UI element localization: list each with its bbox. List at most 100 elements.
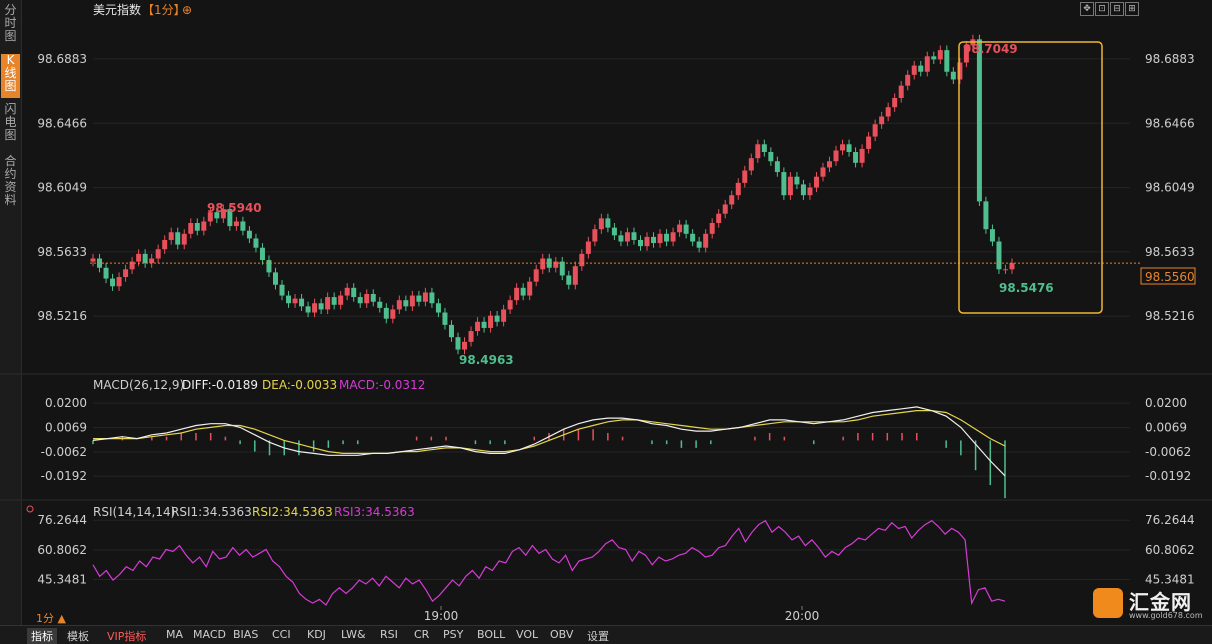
tab-obv[interactable]: OBV <box>550 628 573 641</box>
candle-body <box>853 152 859 163</box>
candle-body <box>155 249 161 259</box>
candle <box>325 292 331 315</box>
candle <box>312 298 318 318</box>
candle <box>527 277 533 301</box>
candle-body <box>266 260 272 273</box>
candle-body <box>944 50 950 72</box>
candle-body <box>794 176 800 185</box>
candle <box>246 226 252 244</box>
crosshair-icon[interactable]: ✥ <box>1080 2 1094 16</box>
candle <box>690 229 696 247</box>
candle <box>123 264 129 282</box>
candle-body <box>742 170 748 183</box>
candle <box>507 295 513 315</box>
candle <box>168 227 174 245</box>
rsi-tick-label-left: 45.3481 <box>37 572 87 586</box>
tab-vip[interactable]: VIP指标 <box>107 628 146 644</box>
candle-body <box>703 233 709 248</box>
candle-body <box>918 65 924 72</box>
candle <box>331 292 337 310</box>
candle-body <box>233 221 239 227</box>
candle-body <box>605 218 611 228</box>
logo-badge-icon <box>1093 588 1123 618</box>
candle <box>259 243 265 265</box>
tab-rsi[interactable]: RSI <box>380 628 398 641</box>
candle <box>696 236 702 253</box>
macd-tick-label-right: 0.0069 <box>1145 421 1187 435</box>
macd-tick-label-left: 0.0069 <box>45 421 87 435</box>
candle <box>866 131 872 154</box>
rsi2-value: RSI2:34.5363 <box>252 505 333 519</box>
candle-body <box>651 236 657 244</box>
candle-body <box>859 148 865 163</box>
candle <box>442 307 448 330</box>
candle <box>918 60 924 77</box>
candle <box>110 273 116 291</box>
y-tick-label-left: 98.6883 <box>37 52 87 66</box>
settings-dot-icon[interactable] <box>26 505 34 513</box>
y-tick-label-right: 98.5633 <box>1145 245 1195 259</box>
candle <box>175 227 181 250</box>
candle <box>383 303 389 324</box>
candle-body <box>494 315 500 322</box>
candle <box>677 219 683 237</box>
candle-body <box>683 224 689 234</box>
candle-body <box>370 294 376 302</box>
candle <box>448 320 454 342</box>
y-tick-label-left: 98.6466 <box>37 116 87 130</box>
maximize-icon[interactable]: ⊞ <box>1125 2 1139 16</box>
candle-body <box>579 253 585 267</box>
candle <box>827 156 833 173</box>
candle <box>292 294 298 308</box>
candle <box>488 310 494 333</box>
tab-boll[interactable]: BOLL <box>477 628 505 641</box>
rsi-tick-label-left: 60.8062 <box>37 543 87 557</box>
candle-body <box>253 238 259 248</box>
candle <box>377 297 383 313</box>
candle <box>735 178 741 200</box>
candle-body <box>879 116 885 125</box>
tab-bias[interactable]: BIAS <box>233 628 258 641</box>
candle <box>162 235 168 254</box>
tab-template[interactable]: 模板 <box>67 628 89 644</box>
tab-settings[interactable]: 设置 <box>587 628 609 644</box>
period-selector[interactable]: 1分 ▲ <box>36 610 66 626</box>
candle-body <box>390 309 396 319</box>
candle-body <box>514 287 520 301</box>
candle <box>266 255 272 278</box>
tab-vol[interactable]: VOL <box>516 628 538 641</box>
candle-body <box>142 253 148 264</box>
macd-tick-label-left: 0.0200 <box>45 396 87 410</box>
candle-body <box>181 233 187 245</box>
candle-body <box>827 161 833 168</box>
candle <box>494 310 500 327</box>
candle-body <box>286 295 292 304</box>
tab-cr[interactable]: CR <box>414 628 429 641</box>
tab-cci[interactable]: CCI <box>272 628 291 641</box>
tab-macd[interactable]: MACD <box>193 628 226 641</box>
candle <box>559 256 565 281</box>
candle-body <box>103 267 109 279</box>
zoom-icon[interactable]: ⊕ <box>182 3 192 17</box>
macd-tick-label-left: -0.0062 <box>41 445 87 459</box>
y-axis-left: 98.7299 98.6883 98.6466 98.6049 98.5633 98.52… <box>37 0 87 586</box>
tab-ma[interactable]: MA <box>166 628 183 641</box>
tab-kdj[interactable]: KDJ <box>307 628 326 641</box>
y-tick-label-left: 98.5633 <box>37 245 87 259</box>
candle <box>781 167 787 200</box>
candle <box>748 153 754 176</box>
tab-psy[interactable]: PSY <box>443 628 463 641</box>
chart-canvas[interactable]: 美元指数 【1分】 ⊕ 98.7299 98.6883 98.6466 98.6049… <box>0 0 1212 625</box>
candle-body <box>123 269 129 278</box>
candle <box>475 317 481 336</box>
tab-lw[interactable]: LW& <box>341 628 366 641</box>
candle <box>657 229 663 248</box>
restore-icon[interactable]: ⊡ <box>1095 2 1109 16</box>
candle <box>664 229 670 247</box>
candle-body <box>598 218 604 230</box>
logo: 汇金网 www.gold678.com <box>1093 585 1208 623</box>
minimize-icon[interactable]: ⊟ <box>1110 2 1124 16</box>
candle-body <box>781 172 787 196</box>
tab-indicators[interactable]: 指标 <box>27 628 57 644</box>
candle <box>1002 264 1008 274</box>
